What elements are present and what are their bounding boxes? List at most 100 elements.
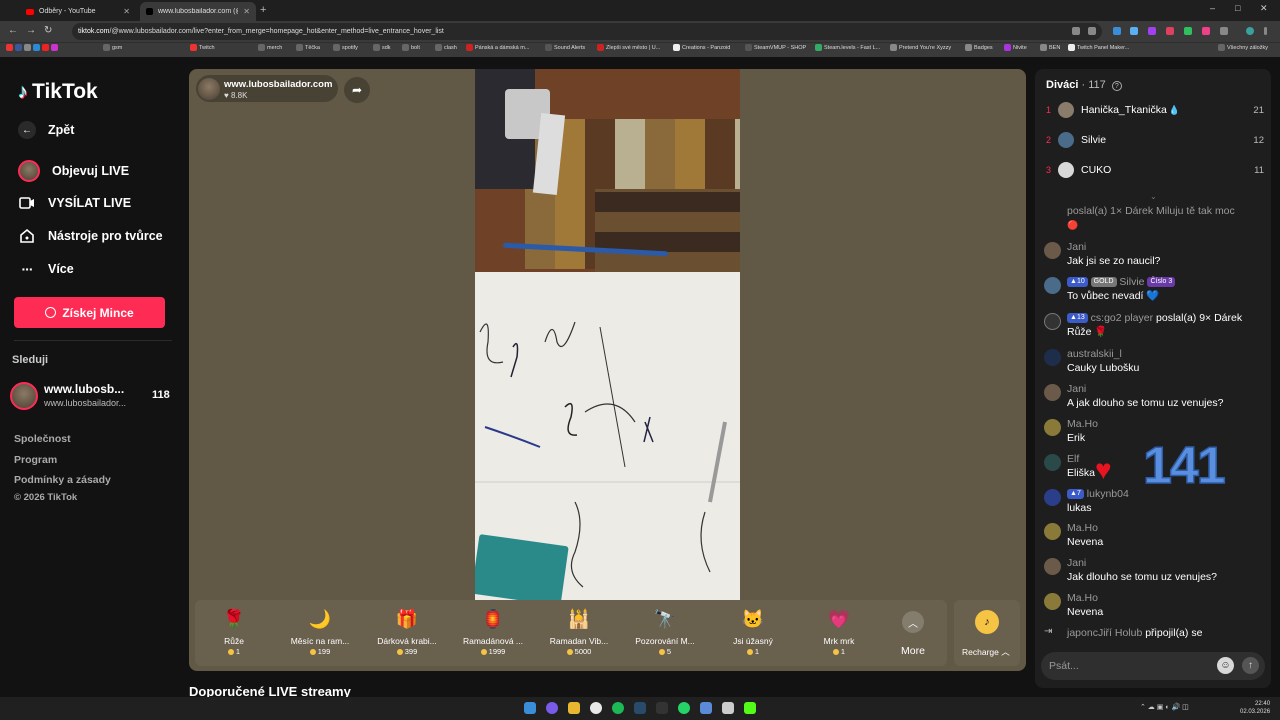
bookmark-item[interactable]: bolt [402,44,420,51]
more-gifts-button[interactable]: ︿ [902,611,924,633]
back-button[interactable]: ← Zpět [18,121,74,139]
bookmark-item[interactable]: SteamVMUP - SHOP [745,44,806,51]
host-avatar[interactable] [198,78,220,100]
bookmark-item[interactable]: gsm [103,44,122,51]
gift-item[interactable]: 🎁 Dárková krabi... 399 [364,606,450,657]
gift-item[interactable]: 🌙 Měsíc na ram... 199 [277,606,363,657]
copyright: © 2026 TikTok [14,492,78,503]
bookmark-item[interactable]: Těčka [296,44,320,51]
avatar [1044,523,1061,540]
extension-icon[interactable] [1166,27,1174,35]
bookmark-item[interactable]: clash [435,44,457,51]
top-viewer-row[interactable]: 2 Silvie 12 [1046,130,1264,150]
bookmark-item[interactable]: Zlepši své město | U... [597,44,660,51]
extensions-puzzle-icon[interactable] [1220,27,1228,35]
app-icon[interactable] [656,702,668,714]
recharge-button[interactable]: Recharge ︿ [962,646,1010,658]
app-icon[interactable] [700,702,712,714]
footer-link[interactable]: Program [14,454,57,466]
bookmark-item[interactable]: Creations - Panzoid [673,44,730,51]
all-bookmarks[interactable]: Všechny záložky [1218,44,1268,51]
zoom-icon[interactable] [1072,27,1080,35]
viewers-header[interactable]: Diváci · 117 ? [1046,79,1122,91]
app-icon[interactable] [722,702,734,714]
nav-more[interactable]: ··· Více [18,260,74,278]
bookmark-item[interactable]: Steam.levels - Fast L... [815,44,880,51]
info-icon[interactable]: ? [1111,81,1122,91]
bookmark-item[interactable]: Nivite [1004,44,1027,51]
gift-item[interactable]: 🔭 Pozorování M... 5 [622,606,708,657]
reload-icon[interactable]: ↻ [44,25,52,36]
footer-link[interactable]: Společnost [14,433,71,445]
share-button[interactable]: ➦ [344,77,370,103]
chat-message: australskii_l Cauky Lubošku [1044,347,1264,375]
star-icon[interactable] [1088,27,1096,35]
bookmark-item[interactable]: sdk [373,44,391,51]
bookmark-item[interactable]: Twitch Panel Maker... [1068,44,1129,51]
url-path: /@www.lubosbailador.com/live?enter_from_… [109,28,444,35]
top-viewer-row[interactable]: 3 CUKO 11 [1046,160,1264,180]
menu-dots-icon[interactable] [1264,27,1267,35]
windows-start-icon[interactable] [524,702,536,714]
footer-link[interactable]: Podmínky a zásady [14,474,111,486]
steam-icon[interactable] [634,702,646,714]
avatar [1044,313,1061,330]
close-window-icon[interactable]: ✕ [1260,3,1268,14]
send-icon[interactable]: ↑ [1242,657,1259,674]
folder-icon[interactable] [568,702,580,714]
new-tab-button[interactable]: + [260,4,266,16]
close-icon[interactable]: ✕ [123,7,130,16]
system-tray-icons[interactable]: ⌃ ☁ ▣ ◐ 🔊 ◫ [1140,703,1189,711]
bookmark-item[interactable]: Sound Alerts [545,44,585,51]
address-bar[interactable]: tiktok.com/@www.lubosbailador.com/live?e… [72,23,1102,40]
bookmark-item[interactable]: merch [258,44,282,51]
gift-item[interactable]: 💗 Mrk mrk 1 [796,606,882,657]
top-viewer-row[interactable]: 1 Hanička_Tkanička 💧 21 [1046,100,1264,120]
extension-icon[interactable] [1113,27,1121,35]
nav-go-live[interactable]: VYSÍLAT LIVE [18,194,131,212]
bookmark-item[interactable]: spotify [333,44,358,51]
nav-creator-tools[interactable]: Nástroje pro tvůrce [18,227,163,245]
spotify-icon[interactable] [612,702,624,714]
live-video[interactable] [475,69,740,600]
share-arrow-icon: ➦ [351,83,363,97]
extension-icon[interactable] [1148,27,1156,35]
bookmark-icons[interactable] [6,44,58,51]
chrome-icon[interactable] [590,702,602,714]
gift-icon: 🔴 [1067,220,1079,230]
whatsapp-icon[interactable] [678,702,690,714]
taskbar-clock[interactable]: 22:40 02.03.2026 [1240,700,1270,716]
extension-icon[interactable] [1184,27,1192,35]
chevron-down-icon[interactable]: ⌄ [1150,192,1157,201]
emoji-icon[interactable]: ☺ [1217,657,1234,674]
maximize-icon[interactable]: □ [1235,3,1240,13]
forward-arrow-icon[interactable]: → [26,25,36,36]
bookmark-item[interactable]: Pretend You're Xyzzy [890,44,951,51]
browser-tab-tiktok[interactable]: www.lubosbailador.com (@l... ✕ [140,2,256,21]
more-gifts-label[interactable]: More [901,645,925,657]
bookmark-item[interactable]: Badges [965,44,993,51]
back-arrow-icon[interactable]: ← [8,25,18,36]
extension-icon[interactable] [1130,27,1138,35]
get-coins-button[interactable]: Získej Mince [14,297,165,328]
chevron-up-icon: ︿ [908,618,918,630]
kick-icon[interactable] [744,702,756,714]
bookmark-item[interactable]: Twitch [190,44,215,51]
close-icon[interactable]: ✕ [243,7,250,16]
bookmark-item[interactable]: BEN [1040,44,1060,51]
app-icon[interactable] [546,702,558,714]
browser-tab-youtube[interactable]: Odběry - YouTube ✕ [20,2,136,21]
gift-item[interactable]: 🐱 Jsi úžasný 1 [710,606,796,657]
tiktok-logo[interactable]: ♪ TikTok [18,80,98,104]
gift-item[interactable]: 🏮 Ramadánová ... 1999 [450,606,536,657]
nav-discover-live[interactable]: Objevuj LIVE [18,160,129,182]
extension-icon[interactable] [1202,27,1210,35]
bookmark-item[interactable]: Pánská a dámská m... [466,44,529,51]
gift-item[interactable]: 🌹 Růže 1 [191,606,277,657]
gift-item[interactable]: 🕌 Ramadan Vib... 5000 [536,606,622,657]
coin-icon [309,649,316,656]
minimize-icon[interactable]: – [1210,3,1215,13]
join-notice: ⇥ japoncJiří Holub připojil(a) se [1044,626,1203,639]
profile-avatar[interactable] [1246,27,1254,35]
host-name[interactable]: www.lubosbailador.com [224,79,332,90]
